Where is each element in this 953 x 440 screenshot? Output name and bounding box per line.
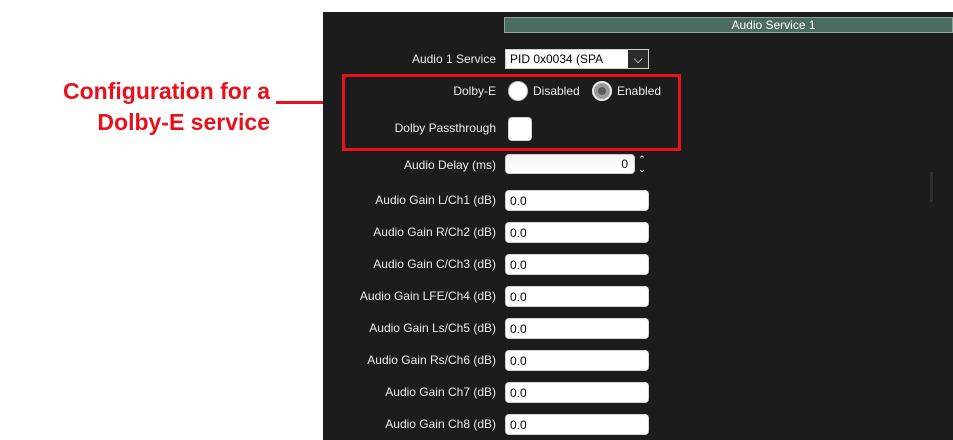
gain-value: 0.0	[510, 322, 527, 336]
gain-label-ch4: Audio Gain LFE/Ch4 (dB)	[359, 289, 496, 303]
spinner-down-icon[interactable]: ⌄	[635, 164, 649, 174]
audio-delay-spinner[interactable]: ⌃ ⌄	[635, 154, 649, 174]
gain-label-ch6: Audio Gain Rs/Ch6 (dB)	[367, 353, 496, 367]
audio-service-value: PID 0x0034 (SPA	[510, 52, 604, 66]
gain-input-ch7[interactable]: 0.0	[505, 382, 649, 403]
panel-scroll-edge	[930, 172, 933, 202]
gain-label-ch2: Audio Gain R/Ch2 (dB)	[373, 225, 496, 239]
gain-value: 0.0	[510, 258, 527, 272]
gain-value: 0.0	[510, 290, 527, 304]
audio-delay-label: Audio Delay (ms)	[403, 158, 496, 172]
audio-service-label: Audio 1 Service	[411, 52, 496, 66]
spinner-up-icon[interactable]: ⌃	[635, 154, 649, 164]
gain-input-ch6[interactable]: 0.0	[505, 350, 649, 371]
gain-input-ch8[interactable]: 0.0	[505, 414, 649, 435]
gain-input-ch1[interactable]: 0.0	[505, 190, 649, 211]
audio-service-header: Audio Service 1	[504, 17, 953, 33]
gain-value: 0.0	[510, 354, 527, 368]
chevron-down-icon[interactable]: ⌵	[628, 50, 648, 68]
gain-input-ch4[interactable]: 0.0	[505, 286, 649, 307]
gain-input-ch2[interactable]: 0.0	[505, 222, 649, 243]
audio-delay-value: 0	[621, 157, 628, 171]
audio-service-select[interactable]: PID 0x0034 (SPA ⌵	[505, 49, 649, 69]
audio-delay-input[interactable]: 0	[505, 154, 635, 174]
annotation-callout: Configuration for a Dolby-E service	[0, 76, 270, 138]
dolby-e-highlight-box	[342, 74, 681, 151]
audio-service-title: Audio Service 1	[731, 18, 816, 32]
gain-label-ch8: Audio Gain Ch8 (dB)	[385, 417, 496, 431]
gain-label-ch1: Audio Gain L/Ch1 (dB)	[375, 193, 496, 207]
gain-label-ch7: Audio Gain Ch7 (dB)	[385, 385, 496, 399]
gain-value: 0.0	[510, 386, 527, 400]
annotation-line-2: Dolby-E service	[97, 109, 270, 135]
gain-value: 0.0	[510, 418, 527, 432]
gain-value: 0.0	[510, 194, 527, 208]
gain-input-ch3[interactable]: 0.0	[505, 254, 649, 275]
gain-label-ch5: Audio Gain Ls/Ch5 (dB)	[369, 321, 496, 335]
gain-input-ch5[interactable]: 0.0	[505, 318, 649, 339]
annotation-line-1: Configuration for a	[63, 78, 270, 104]
gain-label-ch3: Audio Gain C/Ch3 (dB)	[373, 257, 496, 271]
gain-value: 0.0	[510, 226, 527, 240]
